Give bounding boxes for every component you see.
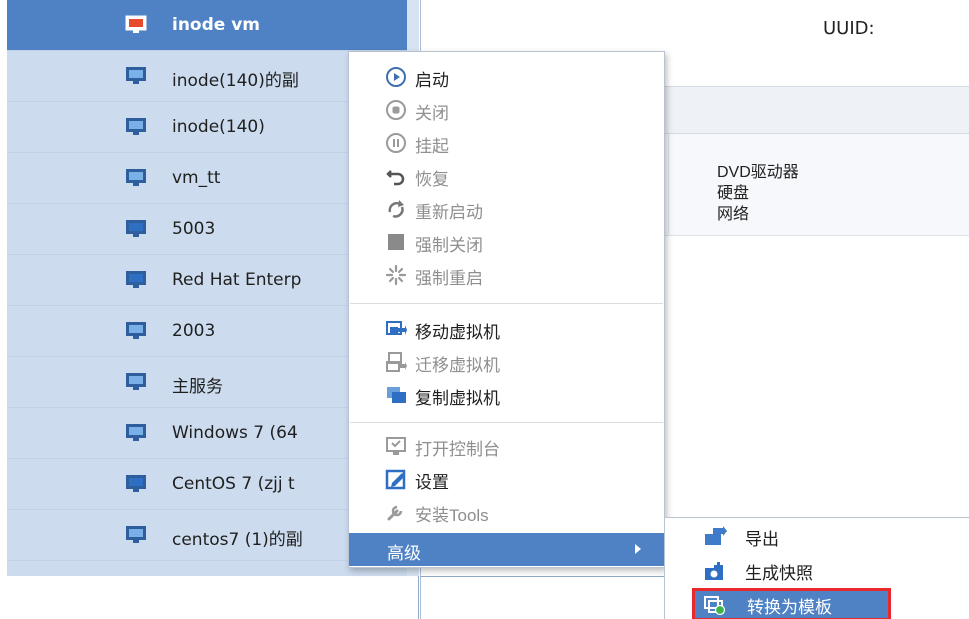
submenu-item-export[interactable]: 导出: [665, 520, 969, 553]
menu-item-shutdown[interactable]: 关闭: [349, 93, 664, 126]
menu-item-label: 迁移虚拟机: [415, 356, 500, 375]
menu-item-label: 恢复: [415, 170, 449, 189]
vm-list-item-inode-vm[interactable]: inode vm: [7, 0, 419, 51]
vm-list-item-label: centos7 (1)的副: [172, 530, 303, 550]
force-stop-icon: [388, 234, 404, 250]
details-column-divider: [668, 134, 669, 236]
submenu-item-label: 导出: [745, 530, 779, 549]
vm-list-item-label: Windows 7 (64: [172, 423, 298, 443]
menu-item-settings[interactable]: 设置: [349, 462, 664, 495]
vm-context-menu: 启动 关闭 挂起 恢复 重新启动 强制关闭 强制重启 移动虚拟机 迁移虚拟机 复…: [348, 51, 665, 568]
menu-item-open-console[interactable]: 打开控制台: [349, 429, 664, 462]
vm-list-item-label: inode(140)的副: [172, 71, 299, 91]
vm-list-item-label: vm_tt: [172, 168, 221, 188]
menu-item-copy-vm[interactable]: 复制虚拟机: [349, 378, 664, 411]
submenu-item-snapshot[interactable]: 生成快照: [665, 554, 969, 587]
vm-list-footer: [7, 576, 419, 619]
vm-list-item-label: 2003: [172, 321, 216, 341]
move-vm-icon: [386, 321, 407, 335]
menu-separator: [350, 303, 663, 304]
menu-item-label: 复制虚拟机: [415, 389, 500, 408]
menu-separator: [350, 422, 663, 423]
vm-list-item-label: inode vm: [172, 15, 261, 35]
copy-vm-icon: [387, 387, 406, 403]
menu-item-resume[interactable]: 恢复: [349, 159, 664, 192]
vm-list-item-label: CentOS 7 (zjj t: [172, 474, 295, 494]
settings-edit-icon: [385, 469, 406, 490]
menu-item-label: 挂起: [415, 137, 449, 156]
menu-item-suspend[interactable]: 挂起: [349, 126, 664, 159]
vm-manager-window: inode vm inode(140)的副 inode(140) vm_tt 5…: [0, 0, 969, 619]
vm-monitor-icon: [126, 118, 146, 135]
vm-monitor-icon: [126, 475, 146, 492]
menu-item-label: 设置: [415, 473, 449, 492]
convert-template-icon: [704, 596, 726, 616]
menu-item-migrate-vm[interactable]: 迁移虚拟机: [349, 345, 664, 378]
vm-list-item-label: Red Hat Enterp: [172, 270, 302, 290]
vm-monitor-icon: [126, 67, 146, 84]
submenu-item-convert-to-template[interactable]: 转换为模板: [692, 588, 891, 619]
submenu-item-label: 转换为模板: [747, 598, 832, 617]
vm-list-item-label: inode(140): [172, 117, 265, 137]
menu-item-move-vm[interactable]: 移动虚拟机: [349, 312, 664, 345]
stop-circle-icon: [386, 100, 406, 120]
menu-item-restart[interactable]: 重新启动: [349, 192, 664, 225]
menu-item-start[interactable]: 启动: [349, 60, 664, 93]
vm-list-item-label: 5003: [172, 219, 216, 239]
vm-monitor-icon: [126, 322, 146, 339]
console-icon: [386, 437, 406, 455]
play-circle-icon: [386, 67, 406, 87]
pause-circle-icon: [386, 133, 406, 153]
menu-item-label: 关闭: [415, 104, 449, 123]
menu-item-label: 强制重启: [415, 269, 483, 288]
restart-icon: [388, 200, 404, 218]
vm-monitor-icon: [126, 526, 146, 543]
menu-item-label: 安装Tools: [415, 506, 489, 525]
menu-item-label: 高级: [387, 544, 421, 563]
vm-monitor-icon: [126, 220, 146, 237]
vm-monitor-icon: [125, 15, 147, 33]
vm-monitor-icon: [126, 271, 146, 288]
menu-item-label: 重新启动: [415, 203, 483, 222]
undo-icon: [386, 170, 405, 186]
menu-item-label: 启动: [415, 71, 449, 90]
vm-list-item-label: 主服务: [172, 377, 223, 397]
menu-item-label: 移动虚拟机: [415, 323, 500, 342]
submenu-item-label: 生成快照: [745, 564, 813, 583]
menu-item-install-tools[interactable]: 安装Tools: [349, 495, 664, 528]
hardware-item-network: 网络: [717, 206, 750, 223]
snapshot-icon: [705, 562, 723, 580]
advanced-submenu: 导出 生成快照 转换为模板: [664, 517, 969, 619]
export-icon: [705, 526, 727, 545]
menu-item-label: 强制关闭: [415, 236, 483, 255]
migrate-vm-icon: [386, 352, 407, 372]
force-restart-icon: [385, 264, 407, 286]
vm-monitor-icon: [126, 424, 146, 441]
uuid-label: UUID:: [823, 18, 875, 39]
vm-monitor-icon: [126, 169, 146, 186]
menu-item-advanced[interactable]: 高级: [349, 533, 664, 566]
submenu-arrow-icon: [635, 544, 641, 554]
menu-item-label: 打开控制台: [415, 440, 500, 459]
install-tools-icon: [387, 505, 403, 521]
menu-item-force-restart[interactable]: 强制重启: [349, 258, 664, 291]
vm-monitor-icon: [126, 373, 146, 390]
menu-item-force-shutdown[interactable]: 强制关闭: [349, 225, 664, 258]
